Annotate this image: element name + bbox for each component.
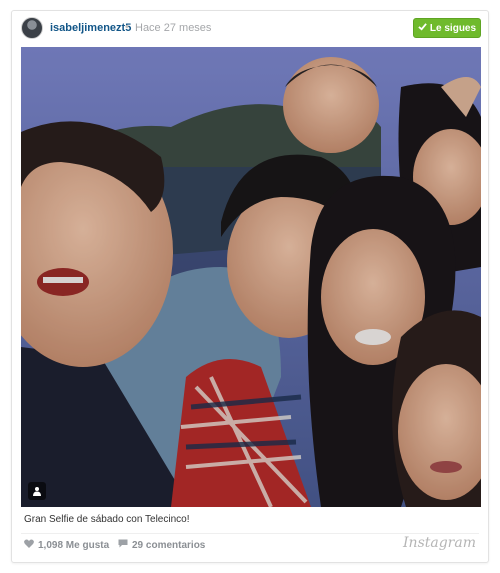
- likes-count: 1,098 Me gusta: [38, 539, 110, 551]
- speech-bubble-icon: [118, 539, 128, 551]
- likes-stat[interactable]: 1,098 Me gusta: [24, 539, 109, 551]
- instagram-post-card: isabeljimenezt5 • Hace 27 meses Le sigue…: [11, 10, 489, 563]
- instagram-logo[interactable]: Instagram: [403, 535, 476, 551]
- heart-icon: [24, 539, 34, 551]
- post-photo[interactable]: [21, 47, 481, 507]
- comments-stat[interactable]: 29 comentarios: [118, 539, 205, 551]
- comments-count: 29 comentarios: [132, 539, 206, 551]
- user-avatar[interactable]: [21, 17, 43, 39]
- check-icon: [418, 22, 427, 34]
- selfie-image: [21, 47, 481, 507]
- post-header: isabeljimenezt5 • Hace 27 meses Le sigue…: [12, 11, 488, 45]
- follow-label: Le sigues: [429, 22, 477, 34]
- following-button[interactable]: Le sigues: [413, 18, 481, 38]
- post-time[interactable]: Hace 27 meses: [135, 22, 211, 34]
- user-tag-icon[interactable]: [28, 482, 46, 500]
- separator-dot: •: [125, 21, 129, 33]
- divider: [21, 533, 479, 534]
- post-caption: Gran Selfie de sábado con Telecinco!: [24, 514, 190, 525]
- username-link[interactable]: isabeljimenezt5: [50, 22, 131, 34]
